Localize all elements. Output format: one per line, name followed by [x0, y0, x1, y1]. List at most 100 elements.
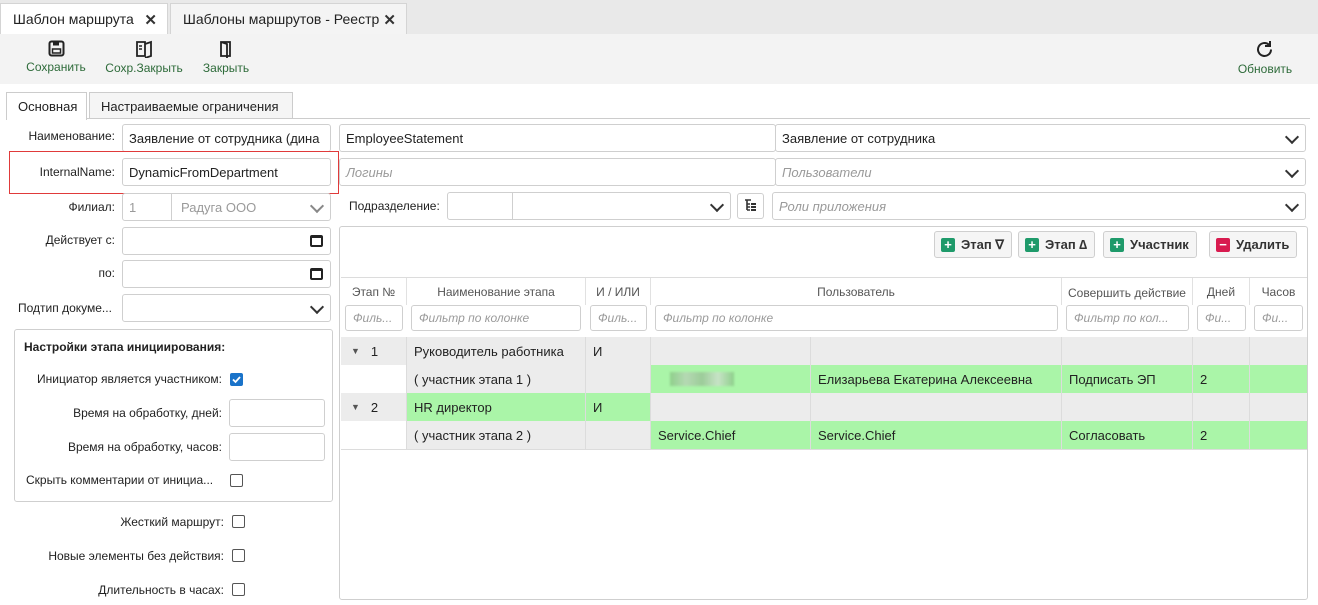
- days-cell: 2: [1193, 365, 1250, 393]
- and-or-cell: И: [586, 337, 651, 365]
- days-cell: [1193, 337, 1250, 365]
- hours-input[interactable]: [229, 433, 325, 461]
- save-close-icon: [135, 40, 152, 58]
- tab-custom-restrictions-label: Настраиваемые ограничения: [101, 98, 279, 114]
- branch-field[interactable]: 1 Радуга ООО: [122, 193, 331, 221]
- table-row[interactable]: ( участник этапа 1 ) Елизарьева Екатерин…: [341, 365, 1307, 393]
- filter-stage-name[interactable]: Фильтр по колонке: [411, 305, 581, 331]
- calendar-icon[interactable]: [310, 268, 323, 280]
- action-cell: [1062, 337, 1193, 365]
- col-user[interactable]: Пользователь: [651, 278, 1062, 305]
- collapse-icon[interactable]: ▼: [351, 402, 360, 412]
- stage-number-cell: ▼ 1: [341, 337, 407, 365]
- add-stage-above-label: Этап ∆: [1045, 237, 1088, 252]
- filter-user[interactable]: Фильтр по колонке: [655, 305, 1058, 331]
- plus-icon: +: [941, 237, 955, 252]
- col-and-or[interactable]: И / ИЛИ: [586, 278, 651, 305]
- strict-route-checkbox[interactable]: [232, 515, 245, 528]
- user-cell: Елизарьева Екатерина Алексеевна: [811, 365, 1062, 393]
- close-label: Закрыть: [202, 61, 250, 75]
- action-cell: Согласовать: [1062, 421, 1193, 449]
- name-code-value: EmployeeStatement: [346, 130, 464, 146]
- hide-comments-label: Скрыть комментарии от инициа...: [26, 473, 214, 487]
- col-stage-number[interactable]: Этап №: [341, 278, 407, 305]
- col-hours[interactable]: Часов: [1250, 278, 1307, 305]
- logins-placeholder: Логины: [346, 164, 393, 180]
- days-label: Время на обработку, дней:: [73, 406, 222, 420]
- name-code-field[interactable]: EmployeeStatement: [339, 124, 776, 152]
- name-field[interactable]: Заявление от сотрудника (дина: [122, 124, 331, 152]
- col-days[interactable]: Дней: [1193, 278, 1250, 305]
- tab-custom-restrictions[interactable]: Настраиваемые ограничения: [89, 92, 293, 119]
- filter-days[interactable]: Фи...: [1197, 305, 1246, 331]
- internalname-field[interactable]: DynamicFromDepartment: [122, 158, 331, 186]
- hours-duration-checkbox[interactable]: [232, 583, 245, 596]
- valid-from-field[interactable]: [122, 227, 331, 255]
- days-cell: 2: [1193, 421, 1250, 449]
- hours-label: Время на обработку, часов:: [67, 440, 222, 454]
- calendar-icon[interactable]: [310, 235, 323, 247]
- and-or-cell: [586, 365, 651, 393]
- delete-button[interactable]: − Удалить: [1209, 231, 1298, 258]
- initiator-checkbox[interactable]: [230, 373, 243, 386]
- no-action-checkbox[interactable]: [232, 549, 245, 562]
- user-cell: [811, 393, 1062, 421]
- add-participant-button[interactable]: + Участник: [1103, 231, 1197, 258]
- strict-route-label: Жесткий маршрут:: [120, 515, 224, 529]
- col-action[interactable]: Совершить действие: [1062, 278, 1193, 305]
- save-close-label: Сохр.Закрыть: [105, 61, 183, 75]
- close-icon[interactable]: ✕: [383, 11, 396, 29]
- stage-number-cell: [341, 365, 407, 393]
- grid-filter-row: Филь... Фильтр по колонке Филь... Фильтр…: [0, 305, 1318, 332]
- save-button[interactable]: Сохранить: [22, 40, 90, 82]
- plus-icon: +: [1110, 237, 1124, 252]
- add-stage-above-button[interactable]: + Этап ∆: [1018, 231, 1096, 258]
- name-type-select[interactable]: Заявление от сотрудника: [775, 124, 1306, 152]
- login-cell: [651, 365, 811, 393]
- users-select[interactable]: Пользователи: [775, 158, 1306, 186]
- filter-stage-number[interactable]: Филь...: [345, 305, 403, 331]
- save-label: Сохранить: [26, 60, 86, 74]
- hide-comments-checkbox[interactable]: [230, 474, 243, 487]
- init-settings-title: Настройки этапа инициирования:: [24, 340, 226, 354]
- filter-hours[interactable]: Фи...: [1254, 305, 1303, 331]
- filter-and-or[interactable]: Филь...: [590, 305, 647, 331]
- close-icon[interactable]: ✕: [144, 11, 157, 29]
- roles-placeholder: Роли приложения: [779, 198, 887, 214]
- internalname-label: InternalName:: [39, 165, 115, 179]
- branch-separator: [171, 194, 172, 220]
- save-close-button[interactable]: Сохр.Закрыть: [101, 40, 187, 82]
- col-stage-name[interactable]: Наименование этапа: [407, 278, 586, 305]
- chevron-down-icon[interactable]: [1284, 197, 1300, 213]
- collapse-icon[interactable]: ▼: [351, 346, 360, 356]
- tab-main-label: Основная: [18, 99, 78, 114]
- login-cell: [651, 337, 811, 365]
- chevron-down-icon[interactable]: [309, 198, 325, 214]
- chevron-down-icon[interactable]: [1284, 129, 1300, 145]
- add-stage-below-button[interactable]: + Этап ∇: [934, 231, 1013, 258]
- table-row[interactable]: ▼ 2 HR директор И: [341, 393, 1307, 421]
- chevron-down-icon[interactable]: [1284, 163, 1300, 179]
- stage-number-cell: [341, 421, 407, 449]
- login-cell: Service.Chief: [651, 421, 811, 449]
- dept-tree-button[interactable]: [737, 193, 764, 219]
- minus-icon: −: [1216, 237, 1230, 252]
- valid-to-field[interactable]: [122, 260, 331, 288]
- refresh-button[interactable]: Обновить: [1232, 40, 1298, 82]
- days-input[interactable]: [229, 399, 325, 427]
- table-row[interactable]: ▼ 1 Руководитель работника И: [341, 337, 1307, 365]
- table-row[interactable]: ( участник этапа 2 ) Service.Chief Servi…: [341, 421, 1307, 449]
- tab-main[interactable]: Основная: [6, 92, 87, 120]
- dept-select[interactable]: [447, 192, 731, 220]
- tab-route-template[interactable]: Шаблон маршрута ✕: [0, 3, 168, 34]
- user-cell: Service.Chief: [811, 421, 1062, 449]
- tab-route-templates-registry[interactable]: Шаблоны маршрутов - Реестр ✕: [170, 3, 407, 34]
- dept-label: Подразделение:: [349, 199, 440, 213]
- roles-select[interactable]: Роли приложения: [772, 192, 1306, 220]
- close-button[interactable]: Закрыть: [197, 40, 255, 82]
- hours-cell: [1250, 337, 1307, 365]
- filter-action[interactable]: Фильтр по кол...: [1066, 305, 1189, 331]
- chevron-down-icon[interactable]: [709, 197, 725, 213]
- logins-field[interactable]: Логины: [339, 158, 776, 186]
- stage-name-cell: ( участник этапа 1 ): [407, 365, 586, 393]
